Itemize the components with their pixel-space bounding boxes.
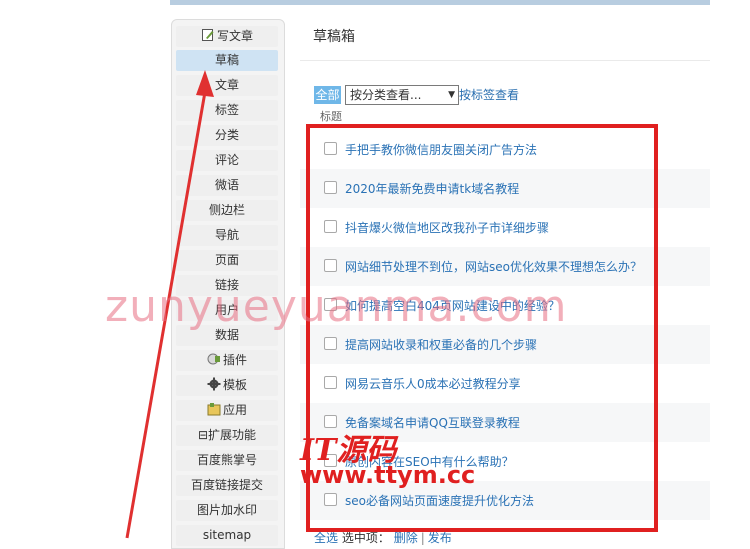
sidebar-item-posts[interactable]: 文章 bbox=[176, 75, 278, 96]
sidebar-item-baidu-xiongzhang[interactable]: 百度熊掌号 bbox=[176, 450, 278, 471]
category-select[interactable]: 按分类查看... ▼ bbox=[345, 85, 459, 105]
column-header-title: 标题 bbox=[320, 110, 342, 123]
draft-title-link[interactable]: 原创内容在SEO中有什么帮助？ bbox=[345, 453, 514, 470]
sidebar-item-widgets[interactable]: 侧边栏 bbox=[176, 200, 278, 221]
sidebar-item-links[interactable]: 链接 bbox=[176, 275, 278, 296]
row-checkbox[interactable] bbox=[324, 142, 337, 155]
table-row: 2020年最新免费申请tk域名教程 bbox=[300, 169, 710, 208]
draft-title-link[interactable]: 2020年最新免费申请tk域名教程 bbox=[345, 180, 519, 197]
selected-items-label: 选中项： bbox=[341, 531, 390, 545]
row-checkbox[interactable] bbox=[324, 298, 337, 311]
draft-title-link[interactable]: 抖音爆火微信地区改我孙子市详细步骤 bbox=[345, 219, 549, 236]
draft-title-link[interactable]: 免备案域名申请QQ互联登录教程 bbox=[345, 414, 520, 431]
main-content: 草稿箱 全部 按分类查看... ▼ 按标签查看 标题 手把手教你微信朋友圈关闭广… bbox=[300, 0, 710, 547]
action-separator: | bbox=[420, 531, 425, 545]
sidebar-item-plugins[interactable]: 插件 bbox=[176, 350, 278, 371]
sidebar-item-users[interactable]: 用户 bbox=[176, 300, 278, 321]
sidebar-item-write-post[interactable]: 写文章 bbox=[176, 26, 278, 47]
gear-icon bbox=[207, 377, 221, 391]
table-row: seo必备网站页面速度提升优化方法 bbox=[300, 481, 710, 520]
publish-link[interactable]: 发布 bbox=[428, 531, 452, 545]
sidebar-item-baidu-link-submit[interactable]: 百度链接提交 bbox=[176, 475, 278, 496]
draft-title-link[interactable]: 网站细节处理不到位，网站seo优化效果不理想怎么办？ bbox=[345, 258, 642, 275]
table-row: 网易云音乐人0成本必过教程分享 bbox=[300, 364, 710, 403]
row-checkbox[interactable] bbox=[324, 181, 337, 194]
delete-link[interactable]: 删除 bbox=[394, 531, 418, 545]
table-row: 免备案域名申请QQ互联登录教程 bbox=[300, 403, 710, 442]
select-all-link[interactable]: 全选 bbox=[314, 531, 338, 545]
row-checkbox[interactable] bbox=[324, 220, 337, 233]
row-checkbox[interactable] bbox=[324, 337, 337, 350]
draft-title-link[interactable]: 手把手教你微信朋友圈关闭广告方法 bbox=[345, 141, 537, 158]
page-title: 草稿箱 bbox=[313, 29, 355, 45]
dropdown-arrow-icon: ▼ bbox=[448, 90, 455, 100]
sidebar-item-microposts[interactable]: 微语 bbox=[176, 175, 278, 196]
sidebar-item-tags[interactable]: 标签 bbox=[176, 100, 278, 121]
sidebar-item-comments[interactable]: 评论 bbox=[176, 150, 278, 171]
sidebar-item-pages[interactable]: 页面 bbox=[176, 250, 278, 271]
sidebar-item-image-watermark[interactable]: 图片加水印 bbox=[176, 500, 278, 521]
table-row: 网站细节处理不到位，网站seo优化效果不理想怎么办？ bbox=[300, 247, 710, 286]
sidebar-item-navigation[interactable]: 导航 bbox=[176, 225, 278, 246]
app-icon bbox=[207, 402, 221, 416]
row-checkbox[interactable] bbox=[324, 376, 337, 389]
sidebar-item-extensions[interactable]: ⊟扩展功能 bbox=[176, 425, 278, 446]
bulk-actions: 全选 选中项： 删除 | 发布 bbox=[314, 529, 452, 546]
title-divider bbox=[300, 60, 710, 61]
view-by-tag-link[interactable]: 按标签查看 bbox=[459, 86, 519, 103]
sidebar-item-themes[interactable]: 模板 bbox=[176, 375, 278, 396]
admin-sidebar: 写文章 草稿 文章 标签 分类 评论 微语 侧边栏 导航 页面 链接 用户 数据… bbox=[171, 19, 285, 549]
draft-title-link[interactable]: 如何提高空白404页网站建设中的经验？ bbox=[345, 297, 560, 314]
draft-title-link[interactable]: 网易云音乐人0成本必过教程分享 bbox=[345, 375, 521, 392]
table-row: 如何提高空白404页网站建设中的经验？ bbox=[300, 286, 710, 325]
draft-title-link[interactable]: seo必备网站页面速度提升优化方法 bbox=[345, 492, 534, 509]
collapse-icon: ⊟ bbox=[197, 428, 209, 442]
table-row: 原创内容在SEO中有什么帮助？ bbox=[300, 442, 710, 481]
all-filter-button[interactable]: 全部 bbox=[314, 86, 341, 104]
table-row: 抖音爆火微信地区改我孙子市详细步骤 bbox=[300, 208, 710, 247]
table-row: 提高网站收录和权重必备的几个步骤 bbox=[300, 325, 710, 364]
sidebar-item-sitemap[interactable]: sitemap bbox=[176, 525, 278, 546]
draft-title-link[interactable]: 提高网站收录和权重必备的几个步骤 bbox=[345, 336, 537, 353]
plugin-icon bbox=[207, 352, 221, 366]
table-row: 手把手教你微信朋友圈关闭广告方法 bbox=[300, 130, 710, 169]
sidebar-item-data[interactable]: 数据 bbox=[176, 325, 278, 346]
row-checkbox[interactable] bbox=[324, 415, 337, 428]
sidebar-item-drafts[interactable]: 草稿 bbox=[176, 50, 278, 71]
edit-icon bbox=[201, 28, 215, 42]
sidebar-item-apps[interactable]: 应用 bbox=[176, 400, 278, 421]
row-checkbox[interactable] bbox=[324, 259, 337, 272]
row-checkbox[interactable] bbox=[324, 493, 337, 506]
sidebar-item-categories[interactable]: 分类 bbox=[176, 125, 278, 146]
row-checkbox[interactable] bbox=[324, 454, 337, 467]
